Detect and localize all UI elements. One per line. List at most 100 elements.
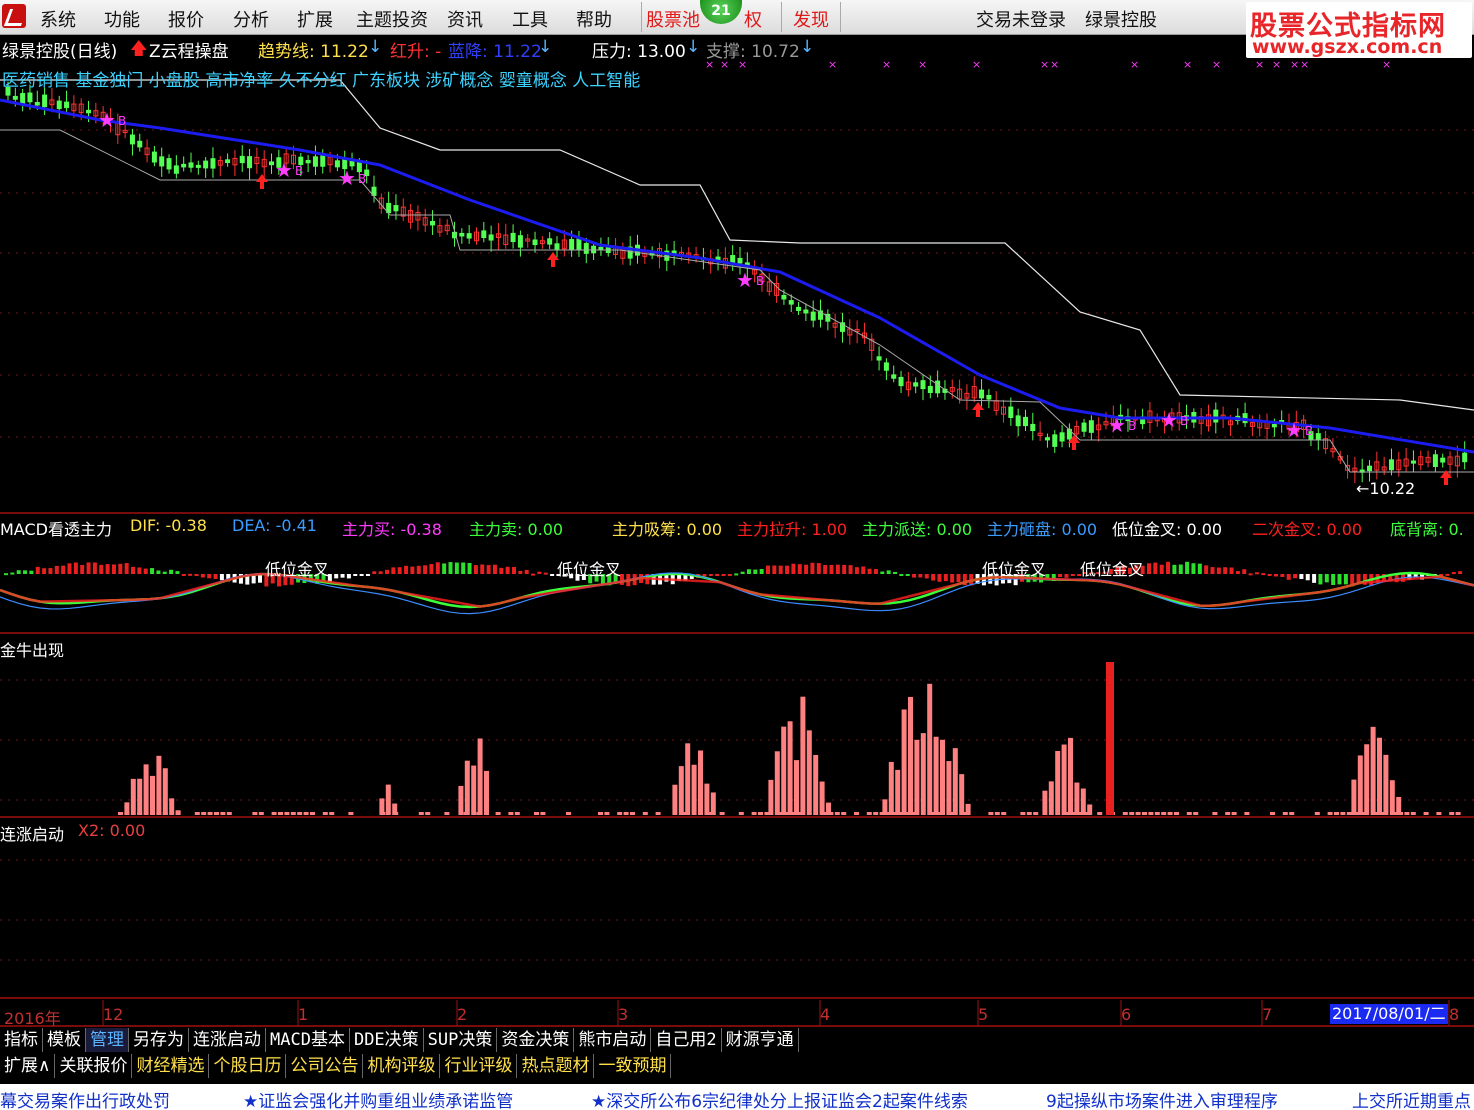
macd-bar — [105, 564, 110, 574]
tab-industry-rating[interactable]: 行业评级 — [440, 1054, 518, 1078]
macd-bar — [156, 570, 161, 574]
tab-stock-calendar[interactable]: 个股日历 — [209, 1054, 287, 1078]
macd-bar — [893, 571, 897, 574]
bull-bar — [914, 739, 920, 815]
bull-bar-stub — [1174, 812, 1179, 815]
tab-related-quote[interactable]: 关联报价 — [55, 1054, 133, 1078]
bull-bar-stub — [930, 812, 936, 815]
macd-bar — [734, 573, 739, 576]
bull-bar-stub — [642, 812, 648, 815]
tab-fund[interactable]: 资金决策 — [497, 1028, 575, 1052]
tab-lianzhang[interactable]: 连涨启动 — [189, 1028, 266, 1052]
candle-body — [159, 156, 165, 167]
tab-dde[interactable]: DDE决策 — [349, 1028, 424, 1052]
bull-bar-stub — [988, 812, 994, 815]
macd-bar — [1070, 574, 1075, 576]
macd-bar — [372, 571, 377, 574]
macd-bar — [99, 564, 104, 574]
candle-body — [481, 230, 487, 238]
main-buy-value: 主力买: -0.38 — [342, 520, 442, 539]
buy-b-marker: B — [1180, 414, 1188, 428]
bull-bar-stub — [207, 812, 213, 815]
candle-body — [305, 159, 311, 164]
bull-bar-stub — [284, 812, 290, 815]
tab-sup[interactable]: SUP决策 — [423, 1028, 498, 1052]
macd-bar — [740, 571, 745, 574]
x-marker: × — [1290, 58, 1299, 71]
bull-bar — [1055, 750, 1061, 815]
macd-bar — [816, 563, 821, 574]
macd-bar — [708, 574, 713, 576]
macd-bar — [931, 574, 936, 581]
tab-self2[interactable]: 自己用2 — [651, 1028, 722, 1052]
tab-hot-topics[interactable]: 热点题材 — [517, 1054, 595, 1078]
tab-indicator[interactable]: 指标 — [0, 1028, 43, 1052]
bull-bar-stub — [1142, 812, 1147, 815]
bull-bar — [800, 696, 806, 815]
tab-caiyuan[interactable]: 财源亨通 — [721, 1028, 799, 1052]
macd-bar — [1299, 574, 1304, 579]
candle-body — [986, 394, 992, 400]
candle-body — [247, 156, 253, 169]
bull-bar-stub — [1154, 812, 1160, 815]
buy-star-icon: ★ — [1160, 408, 1178, 432]
bull-bar — [819, 781, 825, 815]
bull-bar — [464, 760, 470, 815]
macd-bar — [785, 565, 790, 574]
macd-bar — [1242, 569, 1247, 574]
buy-b-marker: B — [118, 114, 126, 128]
tab-finance-select[interactable]: 财经精选 — [132, 1054, 210, 1078]
macd-bar — [416, 565, 421, 574]
candle-body — [810, 311, 816, 321]
candle-body — [883, 362, 889, 371]
macd-bar — [54, 565, 59, 574]
tab-announcement[interactable]: 公司公告 — [286, 1054, 364, 1078]
tab-expand[interactable]: 扩展∧ — [0, 1054, 56, 1078]
candle-body — [188, 162, 194, 168]
ticker-item[interactable]: ★证监会强化并购重组业绩承诺监管 — [243, 1087, 513, 1110]
tab-consensus[interactable]: 一致预期 — [594, 1054, 672, 1078]
ticker-item[interactable]: 幕交易案作出行政处罚 — [0, 1087, 170, 1110]
bull-bar-stub — [783, 812, 789, 815]
down-arrow-icon: ↓ — [368, 37, 383, 57]
macd-panel-title: MACD看透主力 — [0, 520, 112, 539]
low-cross-tag: 低位金叉 — [265, 560, 330, 579]
tab-inst-rating[interactable]: 机构评级 — [363, 1054, 441, 1078]
bull-bar-stub — [418, 812, 424, 815]
ticker-item[interactable]: ★深交所公布6宗纪律处分上报证监会2起案件线索 — [591, 1087, 968, 1110]
macd-bar — [880, 571, 885, 574]
bull-bar-stub — [681, 812, 687, 815]
bull-bar — [471, 765, 477, 815]
bull-bar-stub — [719, 812, 725, 815]
tab-save-as[interactable]: 另存为 — [129, 1028, 189, 1052]
tab-macd-basic[interactable]: MACD基本 — [266, 1028, 350, 1052]
bull-bar-stub — [508, 812, 514, 815]
bull-bar — [477, 738, 483, 815]
bull-bar-stub — [738, 812, 744, 815]
macd-bar — [1445, 573, 1450, 576]
candle-body — [935, 380, 941, 394]
tab-template[interactable]: 模板 — [43, 1028, 86, 1052]
candle-body — [459, 232, 465, 237]
bull-bar-stub — [1135, 812, 1141, 815]
macd-bar — [499, 567, 504, 574]
candle-body — [891, 374, 897, 379]
bull-bar — [806, 730, 812, 815]
tab-bear[interactable]: 熊市启动 — [574, 1028, 652, 1052]
macd-bar — [715, 574, 720, 576]
tab-manage[interactable]: 管理 — [86, 1028, 129, 1052]
ticker-item[interactable]: 9起操纵市场案件进入审理程序 — [1046, 1087, 1278, 1110]
kline-chart-canvas[interactable]: ★ B★ B ★ B★ B★ B ★ B ★ B× × × × × × × × × × × × × × × × × — [0, 0, 1474, 1110]
bull-bar — [1061, 744, 1067, 815]
bull-bar-stub — [252, 812, 258, 815]
macd-bar — [1166, 561, 1171, 574]
macd-bar — [550, 574, 555, 576]
bull-bar-stub — [1391, 812, 1397, 815]
candle-body — [1462, 452, 1468, 463]
macd-bar — [835, 564, 840, 574]
indicator-name[interactable]: Z云程操盘 — [149, 37, 229, 62]
trend-line-value: 趋势线: 11.22 — [258, 42, 369, 62]
ticker-item[interactable]: 上交所近期重点 — [1352, 1087, 1471, 1110]
bull-bar-stub — [137, 812, 143, 815]
axis-year-label: 2016年 — [4, 1009, 61, 1028]
